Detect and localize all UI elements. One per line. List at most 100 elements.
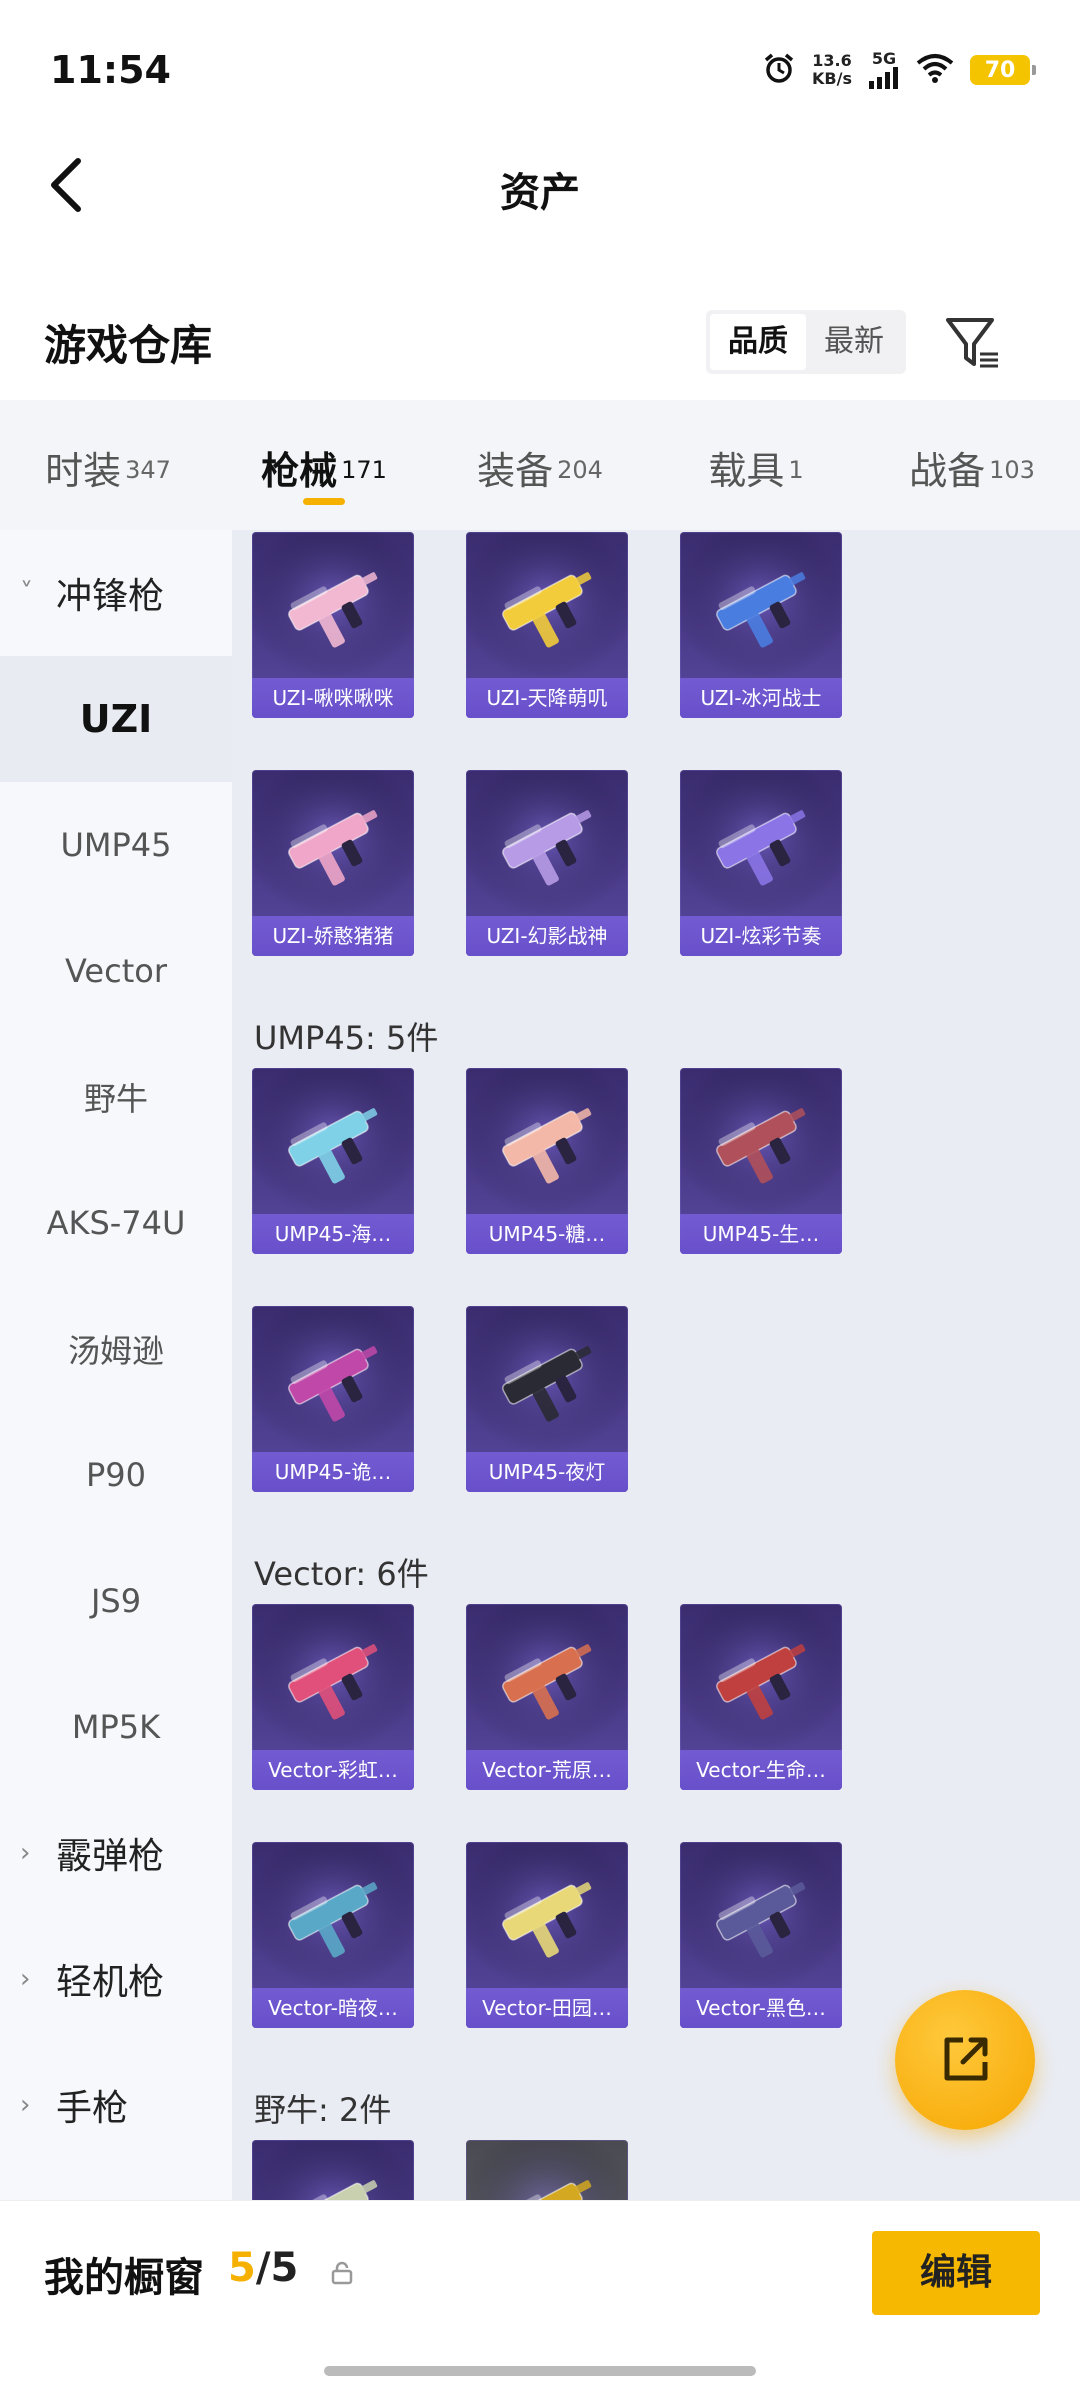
tab-supplies[interactable]: 战备 103 — [864, 440, 1080, 495]
tab-label: 时装 — [45, 449, 122, 493]
edit-button[interactable]: 编辑 — [872, 2231, 1040, 2315]
alarm-icon — [762, 51, 796, 89]
sidebar-group[interactable]: › 轻机枪 — [0, 1916, 232, 2042]
weapon-name: Vector-彩虹… — [252, 1750, 414, 1790]
weapon-card[interactable]: Vector-生命… — [680, 1604, 842, 1790]
filter-icon — [946, 318, 998, 368]
weapon-card[interactable]: UZI-幻影战神 — [466, 770, 628, 956]
weapon-name: Vector-田园… — [466, 1988, 628, 2028]
weapon-name: Vector-暗夜… — [252, 1988, 414, 2028]
weapon-name: UZI-幻影战神 — [466, 916, 628, 956]
weapon-card[interactable]: UMP45-夜灯 — [466, 1306, 628, 1492]
sidebar-item[interactable]: AKS-74U — [0, 1160, 232, 1286]
section-title: UMP45: 5件 — [254, 1019, 439, 1057]
weapon-card[interactable] — [252, 2140, 414, 2200]
weapon-card[interactable]: UZI-天降萌叽 — [466, 532, 628, 718]
weapon-card[interactable]: Vector-田园… — [466, 1842, 628, 2028]
tab-fashion[interactable]: 时装 347 — [0, 440, 216, 495]
weapon-card[interactable]: UMP45-诡… — [252, 1306, 414, 1492]
weapon-card[interactable]: UMP45-生… — [680, 1068, 842, 1254]
tab-count: 204 — [557, 455, 603, 484]
sidebar-group[interactable]: › 霰弹枪 — [0, 1790, 232, 1916]
sidebar-item[interactable]: Vector — [0, 908, 232, 1034]
lock-icon — [330, 2261, 354, 2285]
page-title: 资产 — [500, 170, 580, 216]
sort-toggle: 品质 最新 — [706, 310, 906, 374]
status-icons: 13.6 KB/s 5G 70 — [762, 51, 1036, 89]
weapon-section: UZI-啾咪啾咪 UZI-天降萌叽 UZI-冰河战士 UZI-娇憨猪猪 UZI-… — [232, 530, 1080, 1008]
sidebar-item[interactable]: JS9 — [0, 1538, 232, 1664]
weapon-image — [252, 532, 414, 682]
weapon-card[interactable]: Vector-彩虹… — [252, 1604, 414, 1790]
weapon-name: UZI-炫彩节奏 — [680, 916, 842, 956]
sidebar-group[interactable]: ˅ 冲锋枪 — [0, 530, 232, 656]
weapon-card[interactable]: UMP45-海… — [252, 1068, 414, 1254]
weapon-image — [680, 770, 842, 920]
weapon-image — [466, 770, 628, 920]
weapon-card[interactable]: Vector-黑色… — [680, 1842, 842, 2028]
sidebar-item[interactable]: 汤姆逊 — [0, 1286, 232, 1412]
weapon-name: UMP45-生… — [680, 1214, 842, 1254]
weapon-name: Vector-荒原… — [466, 1750, 628, 1790]
tab-count: 171 — [341, 455, 387, 484]
tab-equipment[interactable]: 装备 204 — [432, 440, 648, 495]
showcase-total: 5 — [270, 2245, 299, 2291]
tab-guns[interactable]: 枪械 171 — [216, 440, 432, 505]
weapon-name: UMP45-诡… — [252, 1452, 414, 1492]
showcase-count: 5/5 — [228, 2245, 298, 2291]
weapon-card[interactable]: UZI-冰河战士 — [680, 532, 842, 718]
section-title: Vector: 6件 — [254, 1555, 429, 1593]
weapon-card[interactable] — [466, 2140, 628, 2200]
share-button[interactable] — [895, 1990, 1035, 2130]
weapon-card[interactable]: UZI-啾咪啾咪 — [252, 532, 414, 718]
sidebar-item-label: Vector — [65, 952, 167, 990]
sidebar-item[interactable]: MP5K — [0, 1664, 232, 1790]
weapon-card[interactable]: Vector-荒原… — [466, 1604, 628, 1790]
warehouse-header: 游戏仓库 品质 最新 — [0, 290, 1080, 390]
weapon-image — [680, 1068, 842, 1218]
showcase-current: 5 — [228, 2245, 256, 2291]
sidebar-item-label: 冲锋枪 — [56, 576, 165, 617]
weapon-card[interactable]: UMP45-糖… — [466, 1068, 628, 1254]
net-speed: 13.6 KB/s — [812, 52, 852, 88]
weapon-card[interactable]: UZI-炫彩节奏 — [680, 770, 842, 956]
weapon-grid-row — [252, 2140, 1080, 2200]
weapon-name: UZI-天降萌叽 — [466, 678, 628, 718]
tab-count: 103 — [989, 455, 1035, 484]
wifi-icon — [916, 53, 954, 87]
weapon-card[interactable]: Vector-暗夜… — [252, 1842, 414, 2028]
status-bar: 11:54 13.6 KB/s 5G 70 — [0, 0, 1080, 140]
sidebar-item[interactable]: 野牛 — [0, 1034, 232, 1160]
status-time: 11:54 — [50, 48, 171, 92]
tab-label: 战备 — [909, 449, 986, 493]
tab-count: 347 — [125, 455, 171, 484]
weapon-image — [466, 1068, 628, 1218]
sort-quality[interactable]: 品质 — [710, 314, 806, 370]
showcase-separator: / — [255, 2245, 271, 2291]
weapon-card[interactable]: UZI-娇憨猪猪 — [252, 770, 414, 956]
sidebar-item-label: AKS-74U — [46, 1204, 186, 1242]
chevron-right-icon: › — [20, 1964, 31, 1994]
weapon-grid-row: UMP45-海… UMP45-糖… UMP45-生… UMP45-诡… UMP4… — [252, 1068, 1080, 1544]
weapon-image — [466, 2140, 628, 2200]
active-tab-indicator — [303, 498, 345, 505]
category-tabs: 时装 347 枪械 171 装备 204 载具 1 战备 103 — [0, 400, 1080, 530]
weapon-name: UZI-啾咪啾咪 — [252, 678, 414, 718]
battery-icon: 70 — [970, 55, 1036, 85]
sidebar-item[interactable]: UZI — [0, 656, 232, 782]
weapon-image — [252, 1842, 414, 1992]
weapon-name: UZI-冰河战士 — [680, 678, 842, 718]
tab-count: 1 — [788, 455, 804, 484]
share-icon — [944, 2037, 988, 2081]
sidebar-item[interactable]: UMP45 — [0, 782, 232, 908]
sidebar-group[interactable]: › 手枪 — [0, 2042, 232, 2168]
filter-button[interactable] — [940, 310, 1004, 374]
sidebar-item-label: 手枪 — [56, 2088, 129, 2129]
sidebar-item[interactable]: P90 — [0, 1412, 232, 1538]
weapon-name: Vector-黑色… — [680, 1988, 842, 2028]
weapon-image — [466, 1306, 628, 1456]
tab-vehicles[interactable]: 载具 1 — [648, 440, 864, 495]
tab-label: 载具 — [708, 449, 785, 493]
sort-newest[interactable]: 最新 — [806, 314, 902, 370]
tab-label: 枪械 — [261, 449, 338, 493]
